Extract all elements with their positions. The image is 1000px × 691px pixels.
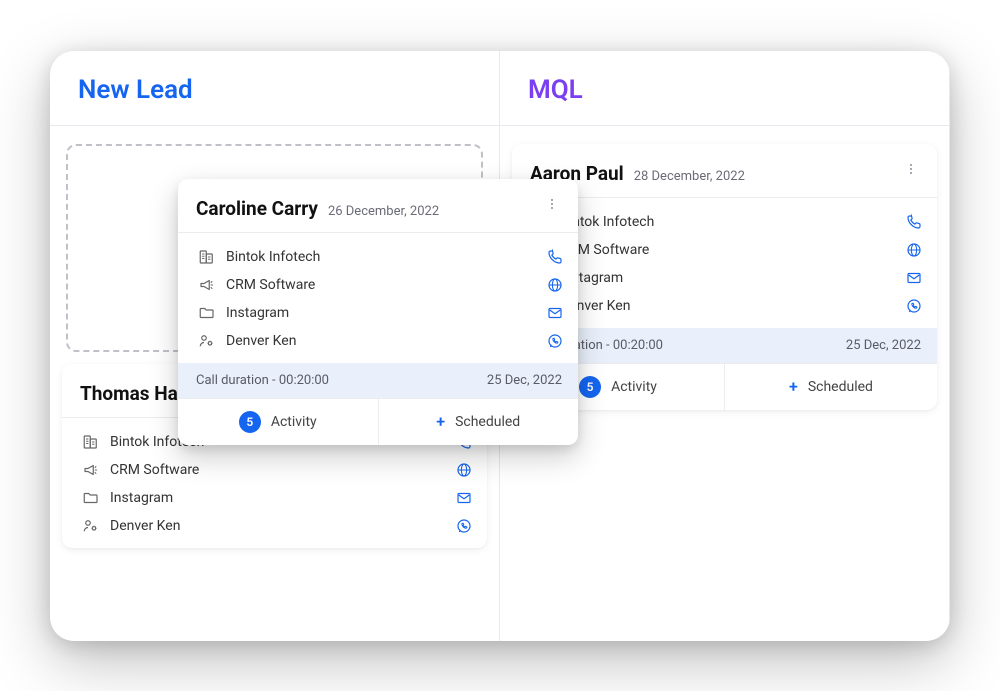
mail-icon bbox=[455, 489, 473, 507]
phone-icon bbox=[546, 248, 564, 266]
whatsapp-icon bbox=[546, 332, 564, 350]
dots-vertical-icon bbox=[544, 195, 560, 213]
megaphone-icon bbox=[196, 276, 218, 294]
folder-icon bbox=[80, 489, 102, 507]
card-date: 26 December, 2022 bbox=[328, 204, 439, 219]
globe-action[interactable] bbox=[455, 461, 473, 479]
company-label: Bintok Infotech bbox=[560, 214, 905, 230]
mail-action[interactable] bbox=[455, 489, 473, 507]
card-date: 28 December, 2022 bbox=[634, 169, 745, 184]
activity-button[interactable]: 5 Activity bbox=[178, 399, 378, 445]
globe-action[interactable] bbox=[905, 241, 923, 259]
source-label: Instagram bbox=[560, 270, 905, 286]
product-label: CRM Software bbox=[560, 242, 905, 258]
scheduled-label: Scheduled bbox=[808, 379, 873, 395]
building-icon bbox=[80, 433, 102, 451]
activity-label: Activity bbox=[271, 414, 317, 430]
building-icon bbox=[196, 248, 218, 266]
scheduled-button[interactable]: + Scheduled bbox=[378, 399, 579, 445]
mail-action[interactable] bbox=[905, 269, 923, 287]
owner-label: Denver Ken bbox=[560, 298, 905, 314]
whatsapp-action[interactable] bbox=[546, 332, 564, 350]
megaphone-icon bbox=[80, 461, 102, 479]
plus-icon: + bbox=[436, 412, 445, 431]
product-label: CRM Software bbox=[226, 277, 546, 293]
whatsapp-icon bbox=[455, 517, 473, 535]
source-label: Instagram bbox=[226, 305, 546, 321]
call-date: 25 Dec, 2022 bbox=[487, 373, 562, 388]
card-name: Caroline Carry bbox=[196, 197, 318, 220]
kanban-board: New Lead Thomas Hawk 25 December, 2022 B… bbox=[50, 51, 950, 641]
company-label: Bintok Infotech bbox=[226, 249, 546, 265]
mail-icon bbox=[546, 304, 564, 322]
lead-card-caroline-dragging[interactable]: Caroline Carry 26 December, 2022 Bintok … bbox=[178, 179, 578, 445]
call-duration-bar: Call duration - 00:20:00 25 Dec, 2022 bbox=[178, 363, 578, 398]
whatsapp-action[interactable] bbox=[455, 517, 473, 535]
plus-icon: + bbox=[789, 377, 798, 396]
phone-action[interactable] bbox=[546, 248, 564, 266]
globe-icon bbox=[905, 241, 923, 259]
whatsapp-action[interactable] bbox=[905, 297, 923, 315]
mail-action[interactable] bbox=[546, 304, 564, 322]
call-date: 25 Dec, 2022 bbox=[846, 338, 921, 353]
globe-icon bbox=[546, 276, 564, 294]
source-label: Instagram bbox=[110, 490, 455, 506]
owner-label: Denver Ken bbox=[110, 518, 455, 534]
card-menu-button[interactable] bbox=[540, 193, 564, 215]
column-title-new-lead: New Lead bbox=[50, 51, 499, 126]
globe-action[interactable] bbox=[546, 276, 564, 294]
phone-action[interactable] bbox=[905, 213, 923, 231]
scheduled-label: Scheduled bbox=[455, 414, 520, 430]
product-label: CRM Software bbox=[110, 462, 455, 478]
column-title-mql: MQL bbox=[500, 51, 949, 126]
folder-icon bbox=[196, 304, 218, 322]
activity-count-badge: 5 bbox=[579, 376, 601, 398]
owner-label: Denver Ken bbox=[226, 333, 546, 349]
call-duration-label: Call duration - 00:20:00 bbox=[196, 373, 487, 388]
card-menu-button[interactable] bbox=[899, 158, 923, 180]
scheduled-button[interactable]: + Scheduled bbox=[724, 364, 937, 410]
phone-icon bbox=[905, 213, 923, 231]
activity-count-badge: 5 bbox=[239, 411, 261, 433]
mail-icon bbox=[905, 269, 923, 287]
globe-icon bbox=[455, 461, 473, 479]
user-gear-icon bbox=[80, 517, 102, 535]
whatsapp-icon bbox=[905, 297, 923, 315]
activity-label: Activity bbox=[611, 379, 657, 395]
dots-vertical-icon bbox=[903, 160, 919, 178]
user-gear-icon bbox=[196, 332, 218, 350]
